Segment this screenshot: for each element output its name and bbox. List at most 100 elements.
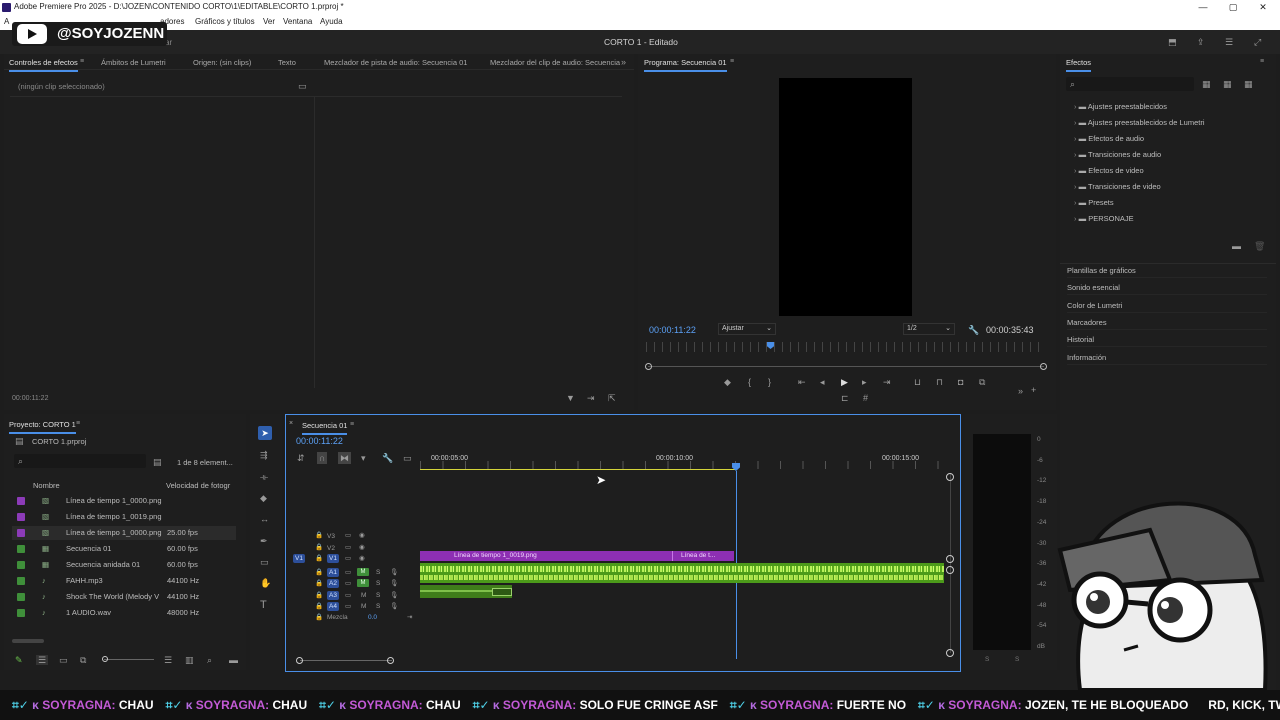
tab-sequence[interactable]: Secuencia 01 xyxy=(302,419,348,435)
chevron-right-icon[interactable]: › xyxy=(1074,182,1077,191)
tab-audio-clip-mixer[interactable]: Mezclador del clip de audio: Secuencia xyxy=(490,56,620,70)
track-header[interactable]: 🔒 A4 ▭ M S 🎙 xyxy=(289,601,419,612)
lock-icon[interactable]: 🔒 xyxy=(315,578,323,589)
chevron-right-icon[interactable]: › xyxy=(1074,198,1077,207)
eye-icon[interactable]: ◉ xyxy=(359,553,365,564)
new-bin-icon[interactable]: ▤ xyxy=(153,457,162,467)
chevron-right-icon[interactable]: › xyxy=(1074,134,1077,143)
go-to-end-icon[interactable]: ⇥ xyxy=(407,612,412,623)
track-header[interactable]: 🔒 A3 ▭ M S 🎙 xyxy=(289,590,419,601)
label-color-swatch[interactable] xyxy=(17,577,25,585)
lock-icon[interactable]: 🔒 xyxy=(315,601,323,612)
tab-menu-icon[interactable]: ≡ xyxy=(76,419,80,429)
tab-audio-track-mixer[interactable]: Mezclador de pista de audio: Secuencia 0… xyxy=(324,56,467,70)
column-fps-header[interactable]: Velocidad de fotogr xyxy=(166,481,230,490)
work-area-bar[interactable] xyxy=(420,469,736,470)
project-item[interactable]: ♪ FAHH.mp3 44100 Hz xyxy=(12,574,236,588)
track-name[interactable]: V1 xyxy=(327,554,339,563)
grid-icon[interactable]: # xyxy=(863,393,868,403)
captions-icon[interactable]: ▭ xyxy=(403,453,412,463)
effects-tree-item[interactable]: › ▬ Presets xyxy=(1074,196,1114,210)
effects-search-input[interactable]: ⌕ xyxy=(1066,77,1194,91)
label-color-swatch[interactable] xyxy=(17,593,25,601)
effects-tree-item[interactable]: › ▬ Transiciones de audio xyxy=(1074,148,1161,162)
lock-icon[interactable]: 🔒 xyxy=(315,612,323,623)
tab-menu-icon[interactable]: ≡ xyxy=(80,57,84,67)
label-color-swatch[interactable] xyxy=(17,497,25,505)
sort-icon[interactable]: ☰ xyxy=(164,655,172,665)
tab-effect-controls[interactable]: Controles de efectos xyxy=(9,56,78,72)
mute-button[interactable]: M xyxy=(357,579,369,587)
sync-lock-icon[interactable]: ▭ xyxy=(345,601,351,612)
track-header[interactable]: V1 🔒 V1 ▭ ◉ xyxy=(289,553,419,564)
mix-track[interactable]: 🔒 Mezcla 0.0 ⇥ xyxy=(289,612,419,623)
more-buttons-icon[interactable]: » xyxy=(1018,386,1023,396)
project-item[interactable]: ▧ Línea de tiempo 1_0000.png xyxy=(12,494,236,508)
filter-icon[interactable]: ▼ xyxy=(566,393,575,403)
tab-project[interactable]: Proyecto: CORTO 1 xyxy=(9,418,76,434)
project-item[interactable]: ♪ Shock The World (Melody V 44100 Hz xyxy=(12,590,236,604)
pencil-icon[interactable]: ✎ xyxy=(15,655,23,665)
audio-clip-a1-a2[interactable] xyxy=(420,563,944,583)
export-icon[interactable]: ⇥ xyxy=(587,393,595,403)
tab-menu-icon[interactable]: ≡ xyxy=(350,420,354,430)
video-clip[interactable]: Línea de tiempo 1_0019.png xyxy=(420,551,672,561)
panel-header[interactable]: Marcadores xyxy=(1067,316,1267,330)
timeline-ruler[interactable] xyxy=(420,461,950,469)
minimize-icon[interactable]: — xyxy=(1196,0,1210,14)
lock-icon[interactable]: 🔒 xyxy=(315,542,323,553)
step-back-icon[interactable]: ◂ xyxy=(820,377,825,387)
menu-icon[interactable]: ☰ xyxy=(1225,37,1233,47)
play-icon[interactable]: ▶ xyxy=(841,377,848,387)
yuv-icon[interactable]: ▦ xyxy=(1244,79,1253,89)
panel-header[interactable]: Plantillas de gráficos xyxy=(1067,264,1267,278)
selection-tool-icon[interactable]: ➤ xyxy=(258,426,272,440)
linked-selection-icon[interactable]: ⧓ xyxy=(338,452,351,464)
panel-header[interactable]: Color de Lumetri xyxy=(1067,299,1267,313)
go-to-in-icon[interactable]: ⇤ xyxy=(798,377,806,387)
track-name[interactable]: V3 xyxy=(327,531,335,542)
find-icon[interactable]: ⌕ xyxy=(207,655,212,665)
resolution-dropdown[interactable]: 1/2 ⌄ xyxy=(903,323,955,335)
trash-icon[interactable]: 🗑 xyxy=(1254,241,1265,251)
close-icon[interactable]: ✕ xyxy=(1256,0,1270,14)
mark-in-icon[interactable]: { xyxy=(748,377,751,387)
tab-text[interactable]: Texto xyxy=(278,56,296,70)
tab-source[interactable]: Origen: (sin clips) xyxy=(193,56,251,70)
compare-icon[interactable]: ⧉ xyxy=(979,377,985,387)
sync-lock-icon[interactable]: ▭ xyxy=(345,567,351,578)
slip-tool-icon[interactable]: ↔ xyxy=(260,514,269,524)
tab-effects[interactable]: Efectos xyxy=(1066,56,1092,72)
label-color-swatch[interactable] xyxy=(17,513,25,521)
icon-view-icon[interactable]: ▭ xyxy=(59,655,68,665)
sync-lock-icon[interactable]: ▭ xyxy=(345,590,351,601)
rectangle-tool-icon[interactable]: ▭ xyxy=(260,557,269,567)
vertical-scrollbar[interactable] xyxy=(950,473,951,653)
scroll-handle[interactable] xyxy=(946,649,954,657)
eye-icon[interactable]: ◉ xyxy=(359,542,365,553)
zoom-handle-left[interactable] xyxy=(296,657,303,664)
panel-toggle-icon[interactable]: ▭ xyxy=(298,81,307,91)
horizontal-scrollbar[interactable] xyxy=(12,639,44,643)
menu-item-ayuda[interactable]: Ayuda xyxy=(320,14,343,30)
zoom-slider-handle[interactable] xyxy=(102,656,108,662)
label-color-swatch[interactable] xyxy=(17,529,25,537)
zoom-handle-right[interactable] xyxy=(387,657,394,664)
project-item[interactable]: ▦ Secuencia 01 60.00 fps xyxy=(12,542,236,556)
more-tabs-icon[interactable]: » xyxy=(621,57,626,67)
solo-button[interactable]: S xyxy=(376,601,380,612)
settings-wrench-icon[interactable]: 🔧 xyxy=(382,453,393,463)
tab-lumetri-scopes[interactable]: Ámbitos de Lumetri xyxy=(101,56,166,70)
solo-button[interactable]: S xyxy=(376,578,380,589)
horizontal-zoom-bar[interactable] xyxy=(300,660,392,661)
zoom-handle-left[interactable] xyxy=(645,363,652,370)
chevron-right-icon[interactable]: › xyxy=(1074,118,1077,127)
sync-lock-icon[interactable]: ▭ xyxy=(345,578,351,589)
zoom-bar[interactable] xyxy=(648,366,1044,367)
list-view-icon[interactable]: ☰ xyxy=(36,655,49,665)
freeform-view-icon[interactable]: ⧉ xyxy=(80,655,86,665)
effects-tree-item[interactable]: › ▬ Ajustes preestablecidos xyxy=(1074,100,1167,114)
tab-program[interactable]: Programa: Secuencia 01 xyxy=(644,56,727,72)
new-bin-icon[interactable]: ▬ xyxy=(229,655,238,665)
scroll-handle[interactable] xyxy=(946,473,954,481)
